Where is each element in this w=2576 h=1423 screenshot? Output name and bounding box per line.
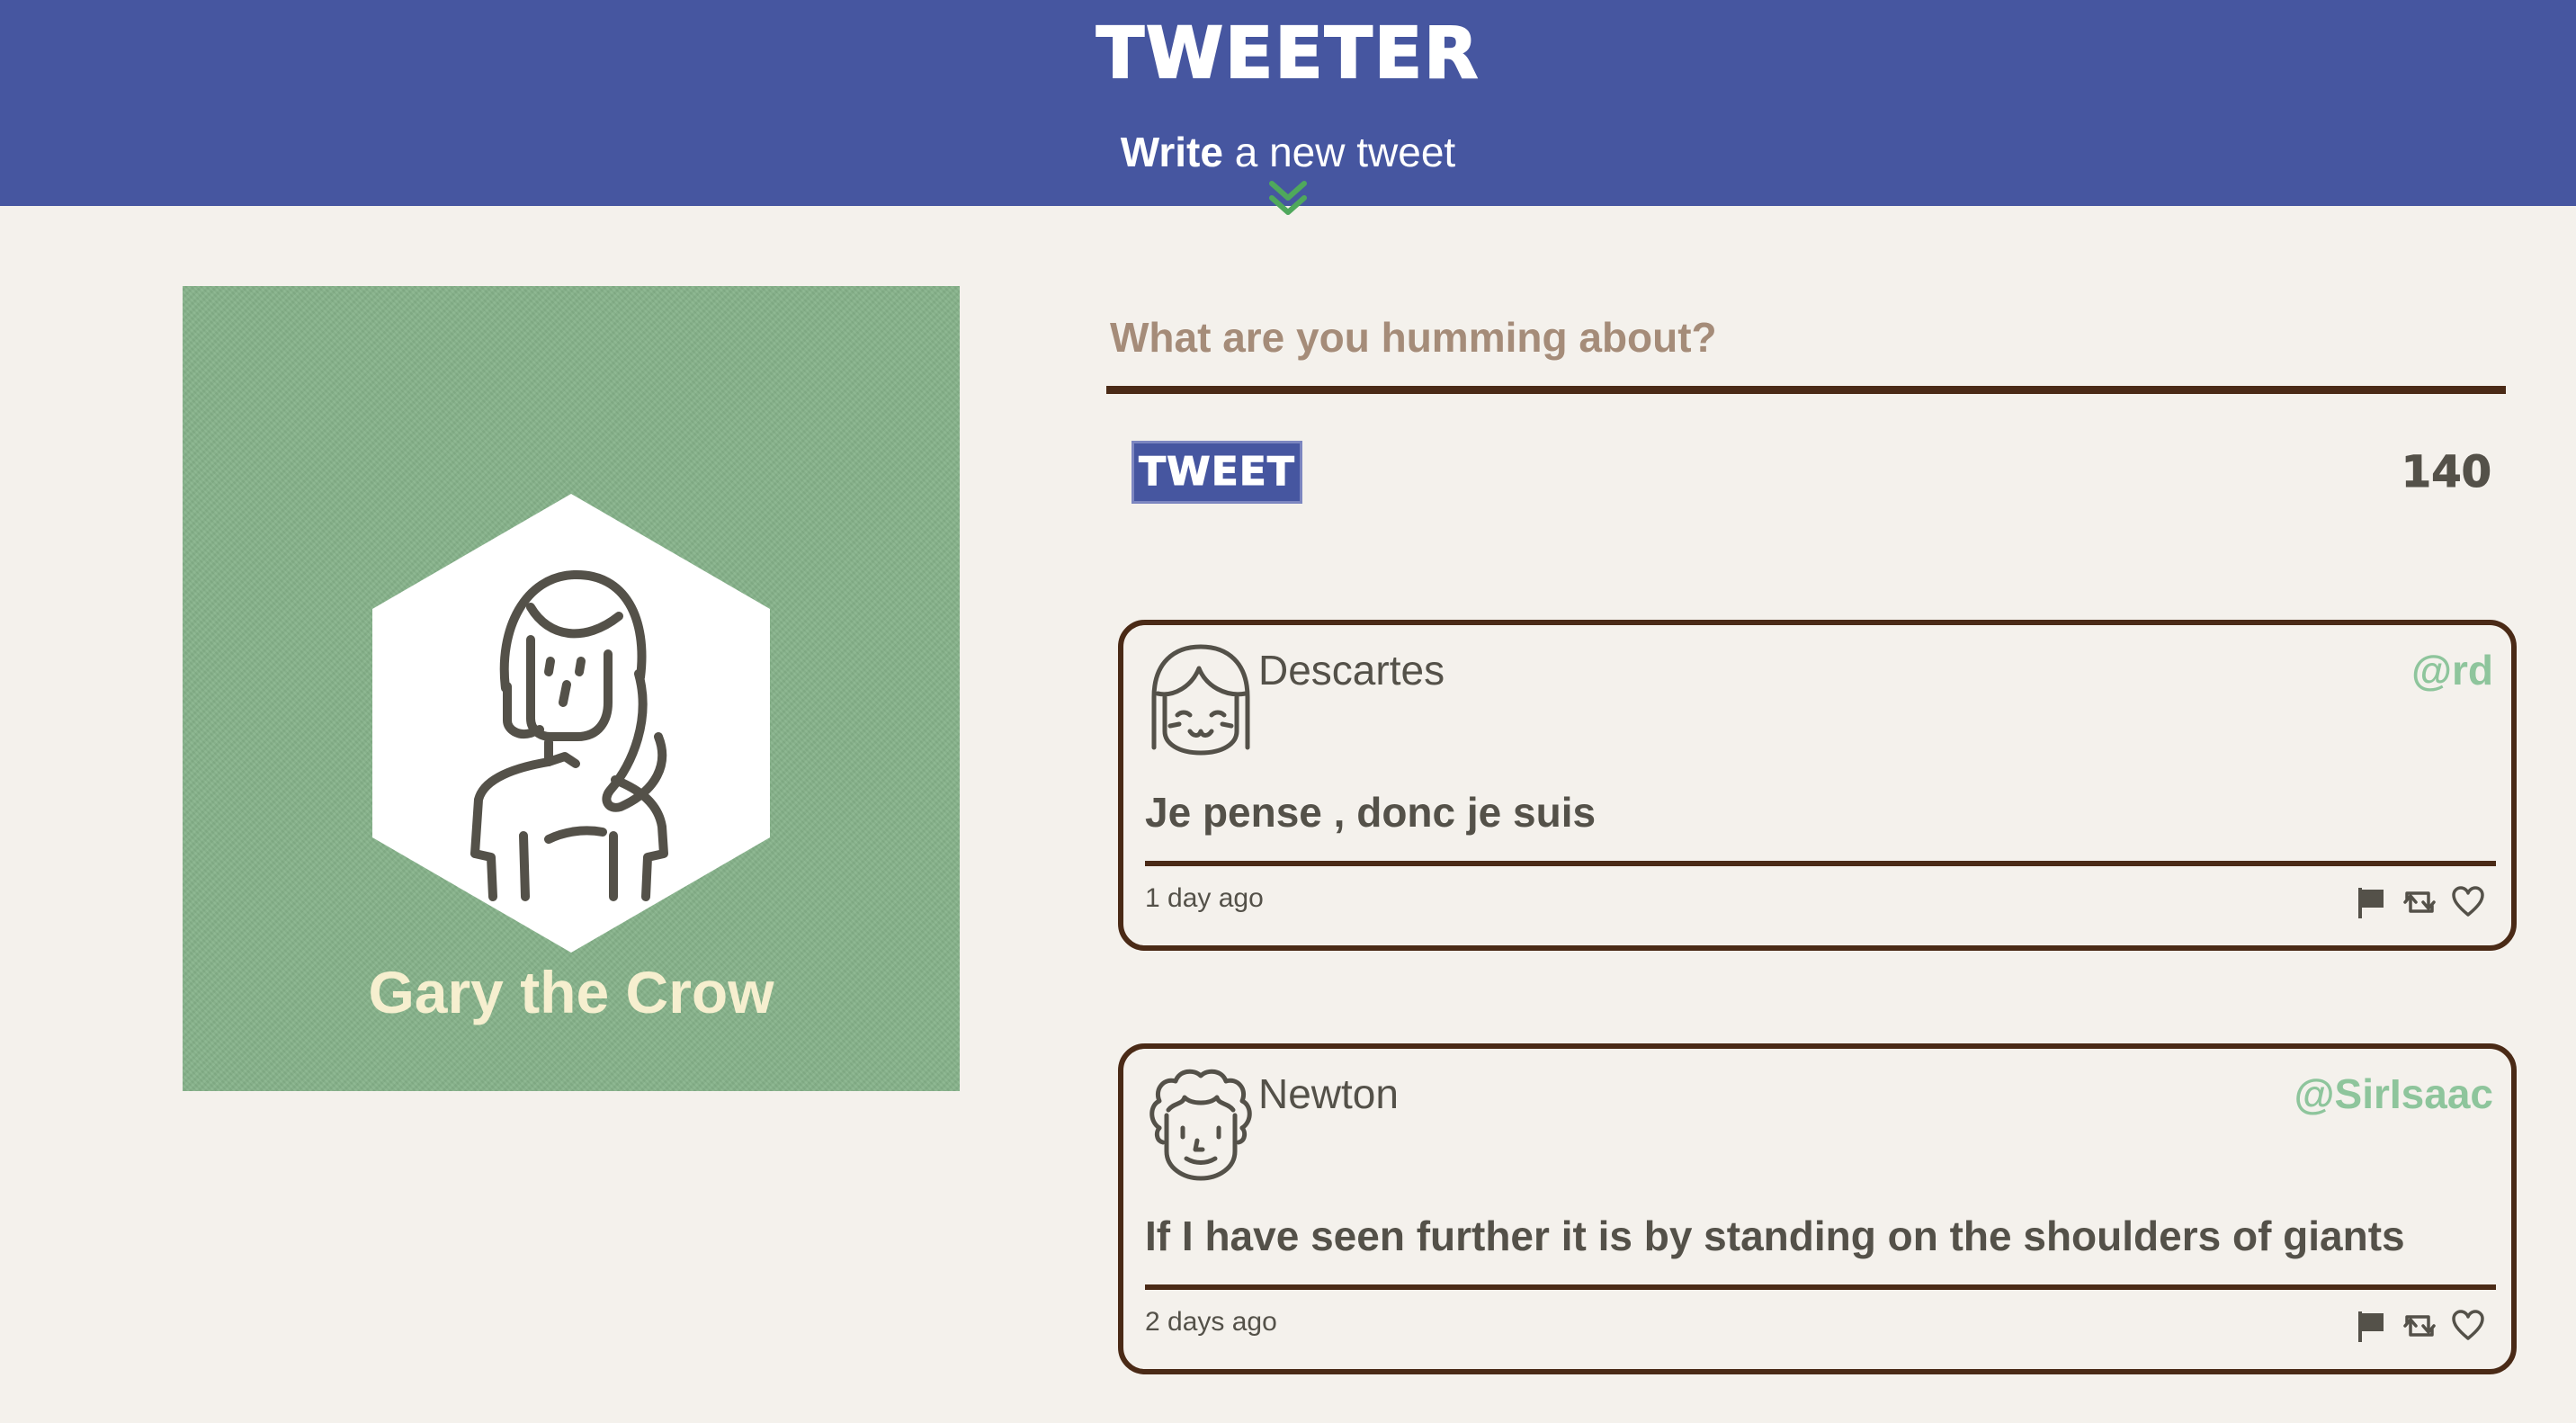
tweet-card: Descartes @rd Je pense , donc je suis 1 …	[1118, 620, 2517, 951]
tweet-actions	[2353, 884, 2488, 920]
tweet-card: Newton @SirIsaac If I have seen further …	[1118, 1043, 2517, 1374]
tweet-button[interactable]: TWEET	[1131, 441, 1302, 504]
tweet-divider	[1145, 1284, 2496, 1290]
descartes-avatar-icon	[1151, 644, 1250, 756]
tweet-handle[interactable]: @SirIsaac	[2294, 1067, 2493, 1121]
profile-name: Gary the Crow	[368, 959, 774, 1025]
write-new-tweet-strong: Write	[1120, 129, 1223, 175]
retweet-icon[interactable]	[2402, 884, 2437, 920]
tweet-actions	[2353, 1308, 2488, 1344]
double-chevron-down-icon[interactable]	[1266, 178, 1310, 219]
write-new-tweet-rest: a new tweet	[1222, 129, 1456, 175]
tweet-divider	[1145, 861, 2496, 866]
top-nav: TWEETER Write a new tweet	[0, 0, 2576, 215]
tweet-input[interactable]	[1106, 288, 2506, 394]
write-new-tweet-toggle[interactable]: Write a new tweet	[1108, 121, 1468, 183]
heart-icon[interactable]	[2450, 884, 2486, 920]
tweet-author: Newton	[1258, 1070, 1399, 1117]
retweet-icon[interactable]	[2402, 1308, 2437, 1344]
flag-icon[interactable]	[2353, 884, 2389, 920]
flag-icon[interactable]	[2353, 1308, 2389, 1344]
profile-card: Gary the Crow	[183, 286, 960, 1091]
tweet-timestamp: 2 days ago	[1145, 1307, 1277, 1337]
tweet-content: Je pense , donc je suis	[1145, 789, 1597, 836]
heart-icon[interactable]	[2450, 1308, 2486, 1344]
user-avatar-icon	[372, 494, 770, 953]
character-counter: 140	[2401, 447, 2491, 498]
newton-avatar-icon	[1149, 1069, 1252, 1181]
tweet-content: If I have seen further it is by standing…	[1145, 1213, 2405, 1259]
tweet-handle[interactable]: @rd	[2411, 643, 2493, 697]
brand-logo: TWEETER	[1096, 13, 1480, 95]
tweet-timestamp: 1 day ago	[1145, 883, 1264, 913]
tweet-author: Descartes	[1258, 647, 1445, 694]
